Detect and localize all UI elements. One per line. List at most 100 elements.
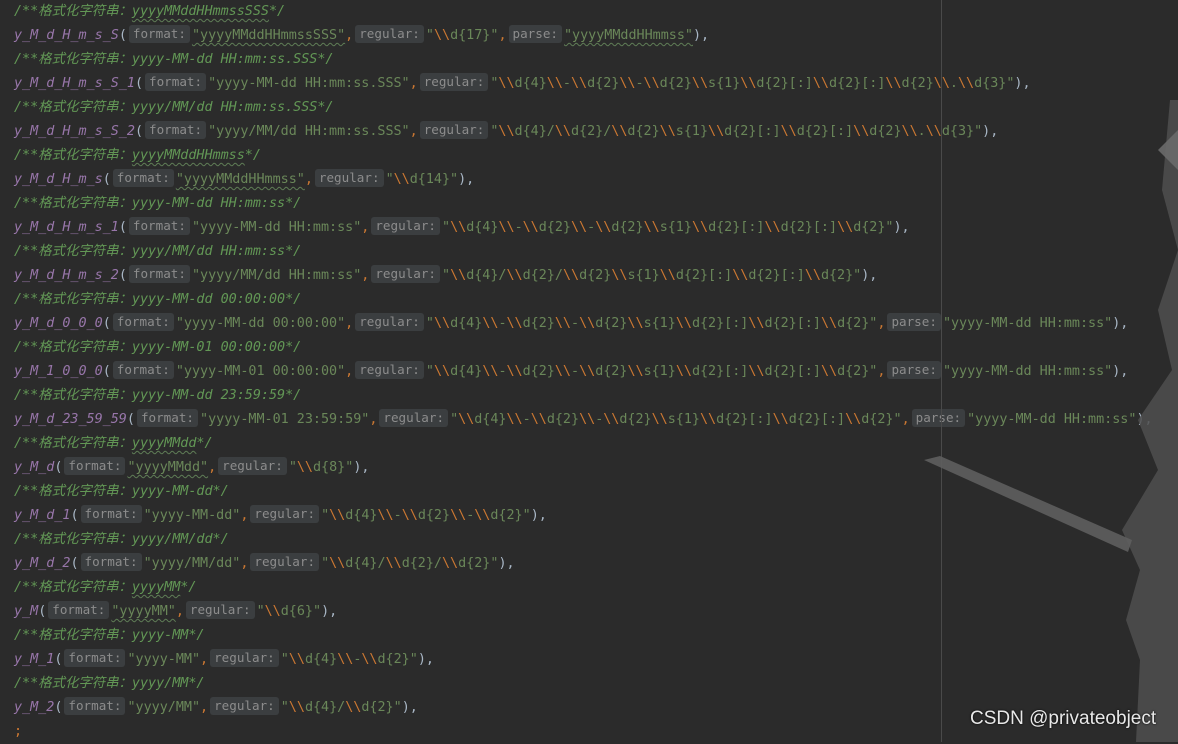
enum-constant-line[interactable]: y_M_d_H_m_s_S(format: "yyyyMMddHHmmssSSS"… — [14, 24, 709, 48]
comment-line[interactable]: /**格式化字符串：yyyy-MM-dd HH:mm:ss.SSS*/ — [14, 48, 333, 72]
string-literal: "yyyyMMddHHmmss" — [564, 28, 693, 43]
close-paren-comma: ), — [498, 556, 515, 571]
escape-sequence: \\ — [329, 556, 346, 571]
string-literal: - — [571, 316, 580, 331]
enum-constant-line[interactable]: y_M_1(format: "yyyy-MM", regular: "\\d{4}\\… — [14, 648, 434, 672]
enum-constant-line[interactable]: y_M_d_H_m_s_S_1(format: "yyyy-MM-dd HH:mm… — [14, 72, 1031, 96]
enum-constant-name: y_M_d_2 — [14, 556, 71, 571]
escape-sequence: \\ — [554, 124, 571, 139]
string-literal: "yyyy/MM" — [127, 700, 201, 715]
comment-format-value: yyyy/MM/dd — [131, 532, 213, 547]
enum-constant-line[interactable]: y_M_d_H_m_s_1(format: "yyyy-MM-dd HH:mm:s… — [14, 216, 910, 240]
enum-constant-name: y_M_d_0_0_0 — [14, 316, 103, 331]
parameter-hint: format: — [128, 217, 190, 235]
semicolon-line[interactable]: ; — [14, 720, 22, 744]
open-paren: ( — [118, 28, 127, 43]
comma: , — [877, 364, 886, 379]
comma: , — [345, 28, 354, 43]
escape-sequence: \\ — [506, 268, 523, 283]
comment-line[interactable]: /**格式化字符串：yyyy-MM-dd HH:mm:ss*/ — [14, 192, 301, 216]
comma: , — [200, 652, 209, 667]
close-paren-comma: ), — [861, 268, 878, 283]
semicolon: ; — [14, 724, 23, 739]
enum-constant-line[interactable]: y_M_d_H_m_s_2(format: "yyyy/MM/dd HH:mm:s… — [14, 264, 877, 288]
string-literal: " — [385, 172, 394, 187]
escape-sequence: \\ — [708, 124, 725, 139]
string-literal: d{3}" — [974, 76, 1015, 91]
string-literal: s{1} — [675, 124, 709, 139]
comment-line[interactable]: /**格式化字符串：yyyy/MM/dd HH:mm:ss*/ — [14, 240, 301, 264]
escape-sequence: \\ — [554, 316, 571, 331]
enum-constant-line[interactable]: y_M_d_1(format: "yyyy-MM-dd", regular: "\\d… — [14, 504, 547, 528]
comment-suffix: */ — [317, 52, 334, 67]
escape-sequence: \\ — [619, 76, 636, 91]
escape-sequence: \\ — [450, 268, 467, 283]
escape-sequence: \\ — [748, 364, 765, 379]
escape-sequence: \\ — [740, 76, 757, 91]
escape-sequence: \\ — [780, 124, 797, 139]
string-literal: d{2}/ — [401, 556, 442, 571]
string-literal: - — [393, 508, 402, 523]
comment-line[interactable]: /**格式化字符串：yyyyMMddHHmmss*/ — [14, 144, 261, 168]
enum-constant-line[interactable]: y_M(format: "yyyyMM", regular: "\\d{6}"), — [14, 600, 337, 624]
escape-sequence: \\ — [506, 316, 523, 331]
comment-line[interactable]: /**格式化字符串：yyyy/MM/dd*/ — [14, 528, 229, 552]
comment-line[interactable]: /**格式化字符串：yyyy-MM-dd 23:59:59*/ — [14, 384, 301, 408]
enum-constant-name: y_M_d_23_59_59 — [14, 412, 127, 427]
enum-constant-line[interactable]: y_M_2(format: "yyyy/MM", regular: "\\d{4}/\… — [14, 696, 418, 720]
string-literal: d{2}[:] — [675, 268, 733, 283]
comment-prefix: /**格式化字符串： — [14, 52, 132, 67]
comment-format-value: yyyyMMddHHmmssSSS — [131, 4, 269, 19]
string-literal: " — [256, 604, 265, 619]
escape-sequence: \\ — [820, 316, 838, 331]
string-literal: d{2}[:] — [756, 76, 813, 91]
open-paren: ( — [54, 460, 63, 475]
string-literal: d{2}[:] — [691, 364, 749, 379]
comment-line[interactable]: /**格式化字符串：yyyy-MM-dd 00:00:00*/ — [14, 288, 301, 312]
parameter-hint: regular: — [355, 313, 424, 331]
parameter-hint: regular: — [379, 409, 449, 427]
enum-constant-line[interactable]: y_M_d_H_m_s_S_2(format: "yyyy/MM/dd HH:mm… — [14, 120, 998, 144]
enum-constant-line[interactable]: y_M_d(format: "yyyyMMdd", regular: "\\d{8}"… — [14, 456, 369, 480]
escape-sequence: \\ — [433, 316, 451, 331]
comment-line[interactable]: /**格式化字符串：yyyyMMdd*/ — [14, 432, 213, 456]
comma: , — [240, 508, 249, 523]
open-paren: ( — [126, 412, 135, 427]
comment-line[interactable]: /**格式化字符串：yyyyMMddHHmmssSSS*/ — [14, 0, 285, 24]
escape-sequence: \\ — [571, 220, 588, 235]
comment-line[interactable]: /**格式化字符串：yyyyMM*/ — [14, 576, 196, 600]
escape-sequence: \\ — [659, 124, 676, 139]
string-literal: d{2} — [522, 364, 555, 379]
comma: , — [369, 412, 378, 427]
comment-line[interactable]: /**格式化字符串：yyyy/MM/dd HH:mm:ss.SSS*/ — [14, 96, 333, 120]
enum-constant-line[interactable]: y_M_d_2(format: "yyyy/MM/dd", regular: "\\d… — [14, 552, 515, 576]
comment-line[interactable]: /**格式化字符串：yyyy-MM*/ — [14, 624, 204, 648]
escape-sequence: \\ — [506, 412, 523, 427]
comment-suffix: */ — [188, 676, 205, 691]
escape-sequence: \\ — [530, 412, 547, 427]
string-literal: s{1} — [627, 268, 660, 283]
parameter-hint: format: — [136, 409, 199, 427]
string-literal: " — [288, 460, 297, 475]
escape-sequence: \\ — [296, 460, 313, 475]
string-literal: d{2} — [538, 220, 571, 235]
escape-sequence: \\ — [579, 316, 596, 331]
string-literal: s{1} — [667, 412, 700, 427]
enum-constant-line[interactable]: y_M_d_H_m_s(format: "yyyyMMddHHmmss", regu… — [14, 168, 474, 192]
comment-prefix: /**格式化字符串： — [14, 196, 132, 211]
escape-sequence: \\ — [546, 76, 563, 91]
escape-sequence: \\ — [401, 508, 418, 523]
comment-line[interactable]: /**格式化字符串：yyyy/MM*/ — [14, 672, 204, 696]
string-literal: " — [280, 652, 289, 667]
escape-sequence: \\ — [506, 364, 523, 379]
string-literal: s{1} — [643, 364, 676, 379]
comma: , — [200, 700, 209, 715]
comment-prefix: /**格式化字符串： — [14, 484, 132, 499]
string-literal: "yyyyMMddHHmmss" — [175, 172, 305, 187]
enum-constant-name: y_M_d_H_m_s_S_1 — [14, 76, 135, 91]
comment-suffix: */ — [196, 436, 213, 451]
parameter-hint: regular: — [185, 601, 255, 619]
comment-line[interactable]: /**格式化字符串：yyyy-MM-dd*/ — [14, 480, 229, 504]
string-literal: d{2}" — [837, 316, 878, 331]
comment-line[interactable]: /**格式化字符串：yyyy-MM-01 00:00:00*/ — [14, 336, 301, 360]
